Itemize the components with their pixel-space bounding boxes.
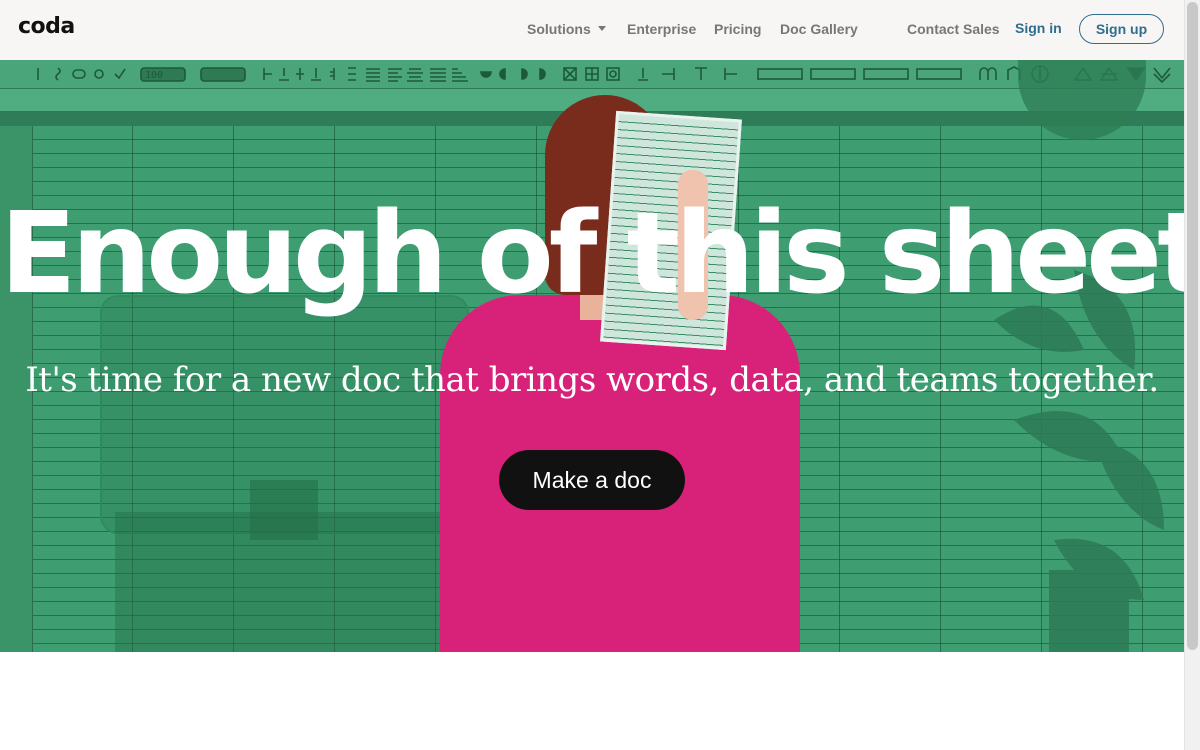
hero-section: 100 Enough of this sheet. It's time for …	[0, 60, 1184, 652]
scrollbar-thumb[interactable]	[1187, 2, 1198, 650]
site-header: coda Solutions Enterprise Pricing Doc Ga…	[0, 0, 1184, 60]
nav-contact-sales[interactable]: Contact Sales	[907, 21, 1000, 37]
toolbar-zoom-value: 100	[145, 70, 163, 81]
nav-doc-gallery[interactable]: Doc Gallery	[780, 21, 858, 37]
nav-solutions[interactable]: Solutions	[527, 21, 606, 37]
page-scrollbar[interactable]	[1184, 0, 1200, 750]
main-nav: Solutions Enterprise Pricing Doc Gallery…	[0, 0, 1184, 60]
nav-solutions-label: Solutions	[527, 21, 591, 37]
make-a-doc-button[interactable]: Make a doc	[499, 450, 685, 510]
nav-enterprise[interactable]: Enterprise	[627, 21, 696, 37]
hero-headline: Enough of this sheet.	[0, 189, 1184, 319]
sign-in-link[interactable]: Sign in	[1015, 20, 1062, 36]
toolbar-icons: 100	[37, 65, 1171, 84]
sign-up-button[interactable]: Sign up	[1079, 14, 1164, 44]
nav-pricing[interactable]: Pricing	[714, 21, 761, 37]
hero-subheadline: It's time for a new doc that brings word…	[25, 360, 1159, 400]
chevron-down-icon	[597, 25, 606, 31]
spreadsheet-toolbar-illustration: 100	[0, 60, 1184, 89]
